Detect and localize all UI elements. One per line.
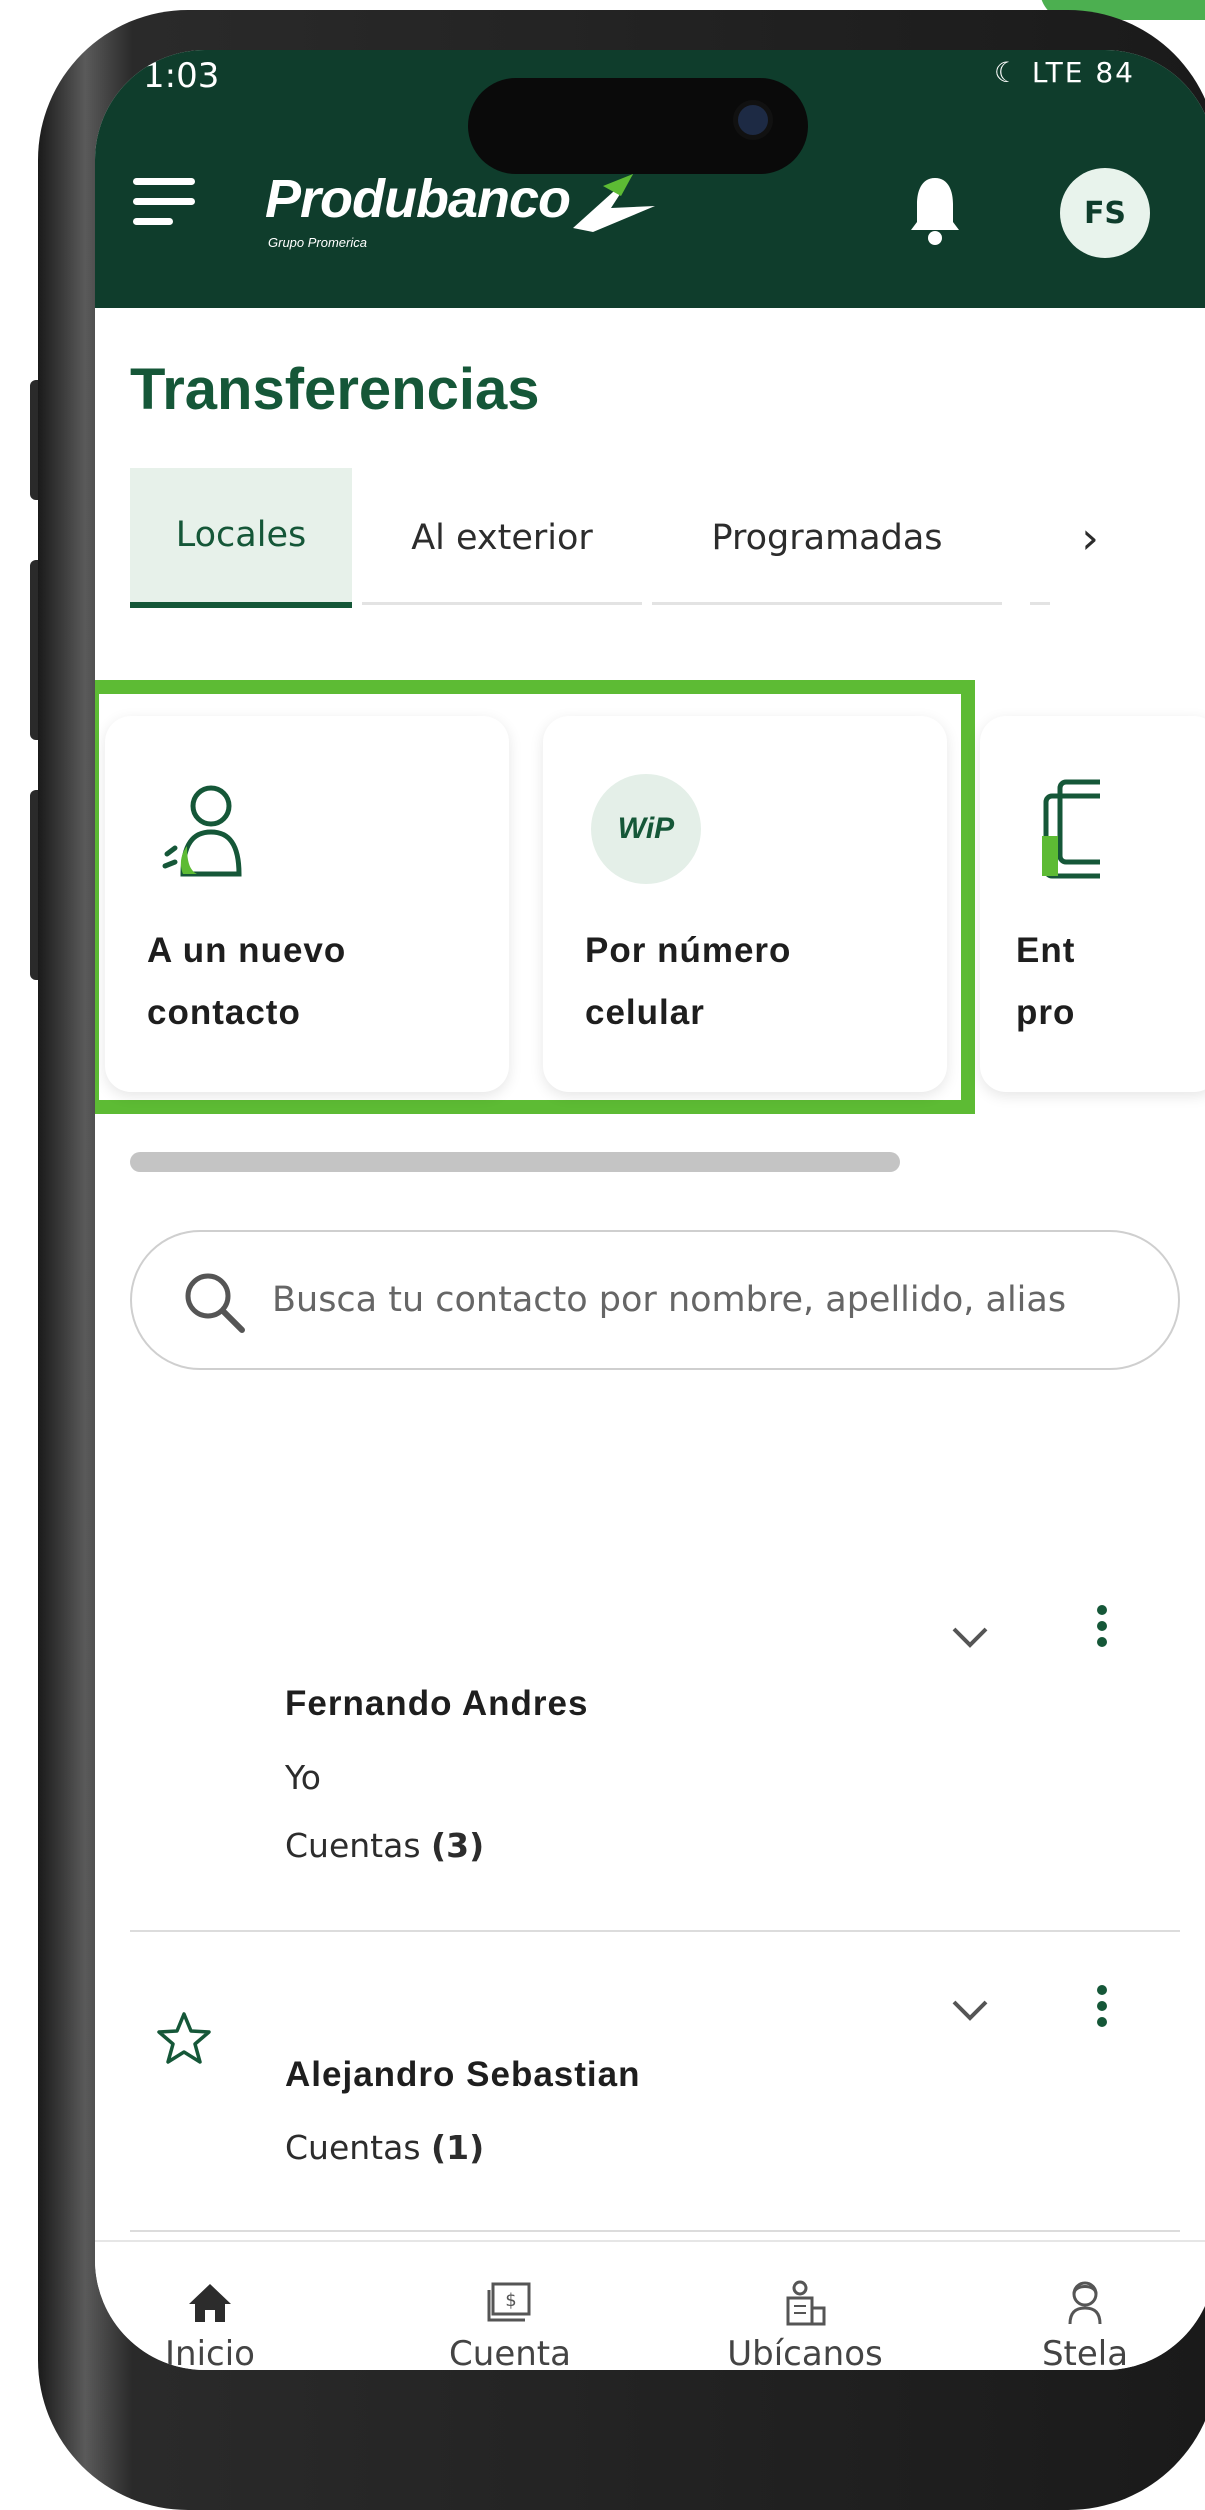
menu-icon[interactable]: [133, 178, 195, 228]
card-phone-number[interactable]: WiP Por número celular: [543, 716, 947, 1092]
wip-icon: WiP: [591, 774, 701, 884]
cash-icon: $: [487, 2282, 531, 2322]
contact-accounts[interactable]: Cuentas (1): [285, 2128, 484, 2167]
home-icon: [189, 2284, 231, 2322]
nav-stela[interactable]: Stela: [975, 2242, 1195, 2370]
card-phone-number-label: Por número celular: [585, 931, 792, 1032]
cards-scrollbar[interactable]: [130, 1152, 900, 1172]
status-icons: ☾ LTE 84: [993, 56, 1135, 89]
tabs-next-chevron-icon[interactable]: ›: [1030, 468, 1150, 608]
search-icon: [185, 1273, 245, 1333]
wallet-icon: [1042, 779, 1100, 879]
dynamic-island: [468, 78, 808, 174]
app-header: 1:03 ☾ LTE 84 Produbanco Grupo Promerica…: [95, 50, 1205, 308]
location-building-icon: [786, 2280, 826, 2326]
tab-al-exterior[interactable]: Al exterior: [362, 468, 642, 608]
favorite-star-icon[interactable]: [155, 2010, 213, 2068]
search-bar[interactable]: Busca tu contacto por nombre, apellido, …: [130, 1230, 1180, 1370]
card-own-accounts-label: Ent pro: [1016, 931, 1076, 1032]
user-avatar[interactable]: FS: [1060, 168, 1150, 258]
expand-chevron-icon[interactable]: [950, 1998, 990, 2024]
contact-relation: Yo: [285, 1758, 321, 1797]
card-new-contact[interactable]: A un nuevo contacto: [105, 716, 509, 1092]
card-own-accounts[interactable]: Ent pro: [980, 716, 1205, 1092]
nav-cuenta[interactable]: $ Cuenta: [395, 2242, 625, 2370]
nav-label: Stela: [1041, 2334, 1129, 2370]
card-new-contact-label: A un nuevo contacto: [147, 931, 347, 1032]
brand-subtitle: Grupo Promerica: [268, 235, 367, 250]
nav-label: Inicio: [165, 2334, 255, 2370]
camera-icon: [733, 100, 773, 140]
tab-locales[interactable]: Locales: [130, 468, 352, 608]
nav-ubicanos[interactable]: Ubícanos: [675, 2242, 935, 2370]
new-contact-icon: [162, 785, 242, 877]
notification-bell-icon[interactable]: [905, 172, 965, 247]
list-divider: [130, 1930, 1180, 1932]
nav-inicio[interactable]: Inicio: [95, 2242, 325, 2370]
brand-star-icon: [573, 174, 655, 232]
list-divider: [130, 2230, 1180, 2232]
svg-text:$: $: [505, 2290, 516, 2311]
bottom-navigation: Inicio $ Cuenta Ubícanos Stela: [95, 2240, 1205, 2370]
expand-chevron-icon[interactable]: [950, 1625, 990, 1651]
transfer-tabs: Locales Al exterior Programadas ›: [130, 468, 1170, 608]
contact-accounts[interactable]: Cuentas (3): [285, 1826, 484, 1865]
app-screen: 1:03 ☾ LTE 84 Produbanco Grupo Promerica…: [95, 50, 1205, 2370]
nav-label: Cuenta: [449, 2334, 571, 2370]
nav-label: Ubícanos: [727, 2334, 883, 2370]
status-time: 1:03: [143, 56, 220, 96]
contact-name: Alejandro Sebastian: [285, 2055, 641, 2094]
brand-logo: Produbanco: [265, 169, 571, 229]
page-title: Transferencias: [130, 357, 540, 422]
search-input[interactable]: Busca tu contacto por nombre, apellido, …: [272, 1280, 1066, 1320]
more-options-icon[interactable]: [1095, 1985, 1109, 2035]
contact-name: Fernando Andres: [285, 1684, 589, 1723]
assistant-icon: [1068, 2281, 1102, 2325]
more-options-icon[interactable]: [1095, 1605, 1109, 1655]
tab-programadas[interactable]: Programadas: [652, 468, 1002, 608]
